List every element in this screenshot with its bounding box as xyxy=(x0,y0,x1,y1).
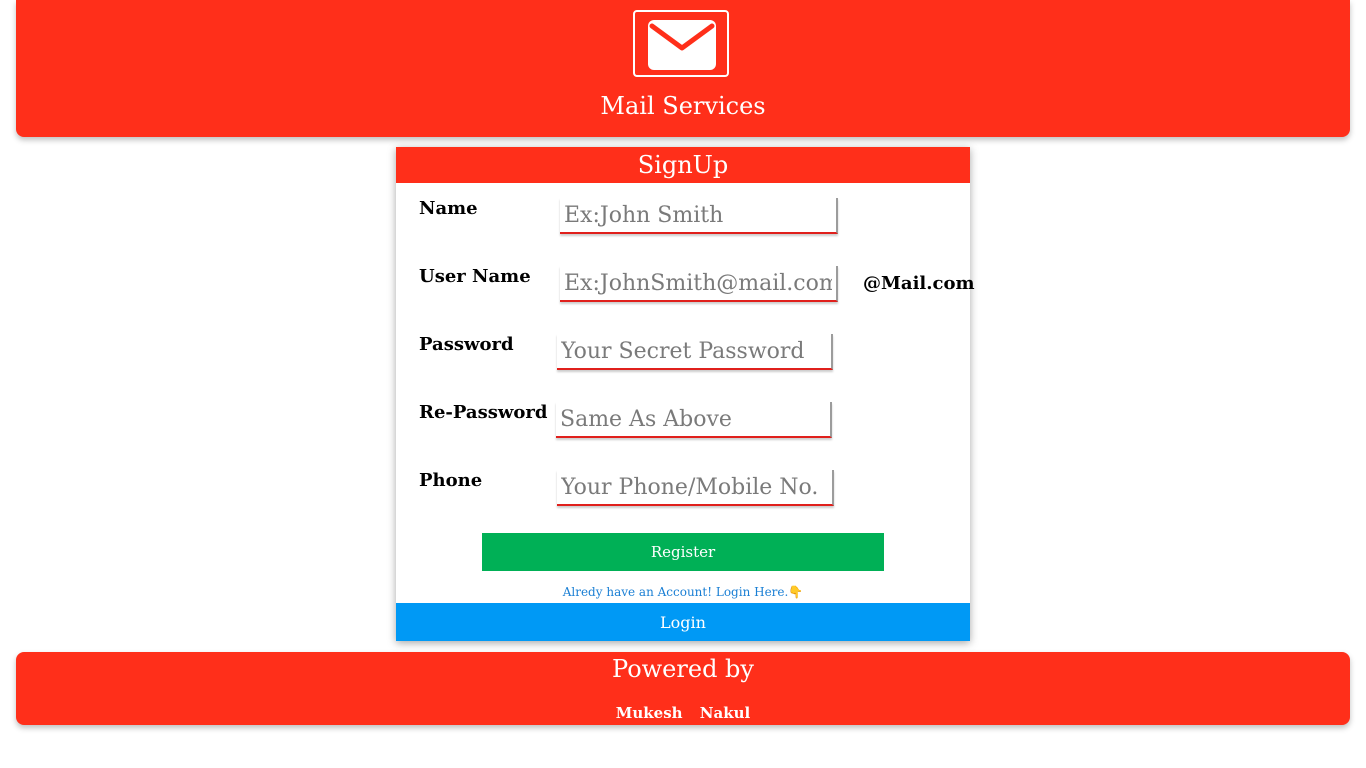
signup-card: SignUp Name User Name @Mail.com Password… xyxy=(396,147,975,641)
repassword-label: Re-Password xyxy=(419,402,548,423)
username-label: User Name xyxy=(419,266,531,287)
repassword-field[interactable] xyxy=(556,402,832,438)
author-list: Mukesh Nakul xyxy=(16,704,1350,722)
register-button[interactable]: Register xyxy=(482,533,884,571)
name-label: Name xyxy=(419,198,478,219)
logo xyxy=(633,10,729,77)
phone-field[interactable] xyxy=(557,470,834,506)
site-title: Mail Services xyxy=(600,92,766,120)
author-name: Nakul xyxy=(699,704,751,722)
site-header: Mail Services xyxy=(16,0,1350,137)
powered-by-title: Powered by xyxy=(612,655,754,683)
phone-label: Phone xyxy=(419,470,483,491)
password-field[interactable] xyxy=(557,334,833,370)
author-name: Mukesh xyxy=(615,704,683,722)
username-domain-suffix: @Mail.com xyxy=(863,273,975,294)
envelope-icon xyxy=(648,20,716,70)
name-field[interactable] xyxy=(560,198,838,234)
password-label: Password xyxy=(419,334,514,355)
username-field[interactable] xyxy=(560,266,838,302)
login-button[interactable]: Login xyxy=(396,603,970,641)
signup-title: SignUp xyxy=(396,147,970,183)
login-link[interactable]: Alredy have an Account! Login Here.👇 xyxy=(396,585,970,599)
site-footer: Powered by Mukesh Nakul xyxy=(16,652,1350,725)
